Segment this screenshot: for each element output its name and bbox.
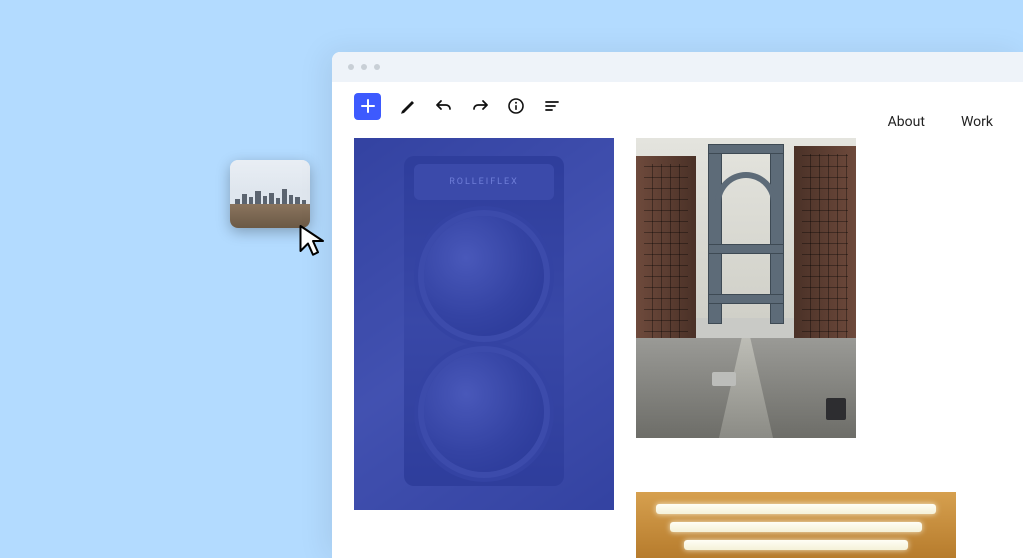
editor-window: About Work ROLLEIFLEX bbox=[332, 52, 1023, 558]
redo-button[interactable] bbox=[471, 97, 489, 115]
nav-link-about[interactable]: About bbox=[888, 114, 925, 130]
toolbar: About Work bbox=[332, 82, 1023, 130]
window-maximize-dot[interactable] bbox=[374, 64, 380, 70]
sliders-icon bbox=[543, 97, 561, 115]
pencil-icon bbox=[399, 97, 417, 115]
undo-icon bbox=[435, 97, 453, 115]
info-icon bbox=[507, 97, 525, 115]
canvas-image-ceiling[interactable] bbox=[636, 492, 956, 558]
add-button[interactable] bbox=[354, 93, 381, 120]
settings-button[interactable] bbox=[543, 97, 561, 115]
window-minimize-dot[interactable] bbox=[361, 64, 367, 70]
mouse-cursor-icon bbox=[298, 223, 328, 259]
canvas[interactable]: ROLLEIFLEX bbox=[332, 130, 1023, 558]
plus-icon bbox=[361, 99, 375, 113]
redo-icon bbox=[471, 97, 489, 115]
canvas-image-camera[interactable]: ROLLEIFLEX bbox=[354, 138, 614, 510]
site-nav: About Work bbox=[888, 114, 993, 130]
undo-button[interactable] bbox=[435, 97, 453, 115]
window-titlebar bbox=[332, 52, 1023, 82]
info-button[interactable] bbox=[507, 97, 525, 115]
window-close-dot[interactable] bbox=[348, 64, 354, 70]
canvas-image-bridge[interactable] bbox=[636, 138, 856, 438]
selection-overlay bbox=[354, 138, 614, 510]
dragged-image-thumbnail[interactable] bbox=[230, 160, 310, 228]
nav-link-work[interactable]: Work bbox=[961, 114, 993, 130]
edit-button[interactable] bbox=[399, 97, 417, 115]
